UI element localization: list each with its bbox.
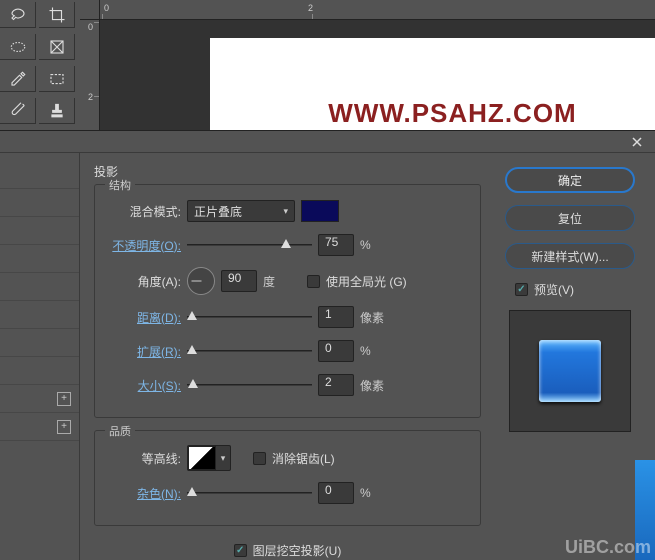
opacity-unit: %: [360, 238, 386, 252]
distance-input[interactable]: 1: [318, 306, 354, 328]
quality-fieldset: 品质 等高线: ▾ 消除锯齿(L) 杂色(N): 0: [94, 430, 481, 526]
knockout-label: 图层挖空投影(U): [253, 542, 342, 559]
opacity-slider[interactable]: [187, 235, 312, 255]
global-light-checkbox[interactable]: [307, 275, 320, 288]
contour-picker[interactable]: ▾: [187, 445, 231, 471]
spread-label[interactable]: 扩展(R):: [109, 343, 181, 360]
ruler-vertical: 0 2: [80, 20, 100, 130]
ruler-horizontal: 0 2: [100, 0, 655, 20]
tool-frame[interactable]: [39, 34, 75, 60]
size-unit: 像素: [360, 377, 386, 394]
right-edge-strip: [635, 460, 655, 560]
global-light-label: 使用全局光 (G): [326, 273, 407, 290]
layer-style-dialog: + + 投影 结构 混合模式: 正片叠底 ▾ 不透明度(O):: [0, 130, 655, 560]
angle-unit: 度: [263, 273, 289, 290]
tool-palette: [0, 0, 78, 130]
structure-fieldset: 结构 混合模式: 正片叠底 ▾ 不透明度(O): 75 %: [94, 184, 481, 418]
effect-add-row[interactable]: +: [0, 385, 79, 413]
dialog-content: + + 投影 结构 混合模式: 正片叠底 ▾ 不透明度(O):: [0, 153, 655, 560]
noise-slider[interactable]: [187, 483, 312, 503]
preview-square: [539, 340, 601, 402]
dialog-titlebar: [0, 131, 655, 153]
tool-stamp[interactable]: [39, 98, 75, 124]
preview-label: 预览(V): [534, 281, 574, 298]
ok-button[interactable]: 确定: [505, 167, 635, 193]
effect-row[interactable]: [0, 357, 79, 385]
size-slider[interactable]: [187, 375, 312, 395]
angle-input[interactable]: 90: [221, 270, 257, 292]
distance-label[interactable]: 距离(D):: [109, 309, 181, 326]
contour-label: 等高线:: [109, 450, 181, 467]
effect-settings-panel: 投影 结构 混合模式: 正片叠底 ▾ 不透明度(O): 75: [80, 153, 497, 560]
effect-row[interactable]: [0, 301, 79, 329]
tool-brush[interactable]: [0, 98, 36, 124]
chevron-down-icon: ▾: [216, 446, 230, 470]
opacity-label[interactable]: 不透明度(O):: [109, 237, 181, 254]
effect-row[interactable]: [0, 273, 79, 301]
chevron-down-icon: ▾: [283, 206, 288, 217]
structure-label: 结构: [105, 177, 135, 193]
effect-add-row[interactable]: +: [0, 413, 79, 441]
ruler-corner: [80, 0, 100, 20]
noise-label[interactable]: 杂色(N):: [109, 485, 181, 502]
distance-slider[interactable]: [187, 307, 312, 327]
opacity-input[interactable]: 75: [318, 234, 354, 256]
document-viewport: 0 2 0 2 WWW.PSAHZ.COM: [80, 0, 655, 130]
distance-unit: 像素: [360, 309, 386, 326]
dialog-right-panel: 确定 复位 新建样式(W)... 预览(V): [497, 153, 655, 560]
knockout-checkbox[interactable]: [234, 544, 247, 557]
preview-checkbox[interactable]: [515, 283, 528, 296]
effect-row[interactable]: [0, 161, 79, 189]
tool-eyedropper[interactable]: [0, 66, 36, 92]
effect-row[interactable]: [0, 189, 79, 217]
spread-unit: %: [360, 344, 386, 358]
effect-row[interactable]: [0, 217, 79, 245]
antialias-checkbox[interactable]: [253, 452, 266, 465]
antialias-label: 消除锯齿(L): [272, 450, 335, 467]
tool-crop[interactable]: [39, 2, 75, 28]
effect-row[interactable]: [0, 245, 79, 273]
spread-slider[interactable]: [187, 341, 312, 361]
blend-mode-label: 混合模式:: [109, 203, 181, 220]
blend-mode-select[interactable]: 正片叠底 ▾: [187, 200, 295, 222]
tool-dashrect[interactable]: [39, 66, 75, 92]
preview-thumbnail: [509, 310, 631, 432]
plus-icon: +: [57, 392, 71, 406]
effect-row[interactable]: [0, 329, 79, 357]
plus-icon: +: [57, 420, 71, 434]
canvas-watermark-text: WWW.PSAHZ.COM: [328, 98, 576, 129]
size-input[interactable]: 2: [318, 374, 354, 396]
quality-label: 品质: [105, 423, 135, 439]
noise-unit: %: [360, 486, 386, 500]
size-label[interactable]: 大小(S):: [109, 377, 181, 394]
panel-title: 投影: [94, 163, 481, 180]
angle-dial[interactable]: [187, 267, 215, 295]
shadow-color-swatch[interactable]: [301, 200, 339, 222]
new-style-button[interactable]: 新建样式(W)...: [505, 243, 635, 269]
spread-input[interactable]: 0: [318, 340, 354, 362]
app-top-area: 0 2 0 2 WWW.PSAHZ.COM: [0, 0, 655, 130]
canvas[interactable]: WWW.PSAHZ.COM: [210, 38, 655, 130]
tool-lasso[interactable]: [0, 2, 36, 28]
tool-marquee[interactable]: [0, 34, 36, 60]
angle-label: 角度(A):: [109, 273, 181, 290]
reset-button[interactable]: 复位: [505, 205, 635, 231]
contour-thumbnail: [188, 446, 216, 470]
close-button[interactable]: [619, 131, 655, 153]
blend-mode-value: 正片叠底: [194, 203, 242, 220]
noise-input[interactable]: 0: [318, 482, 354, 504]
effects-list: + +: [0, 153, 80, 560]
